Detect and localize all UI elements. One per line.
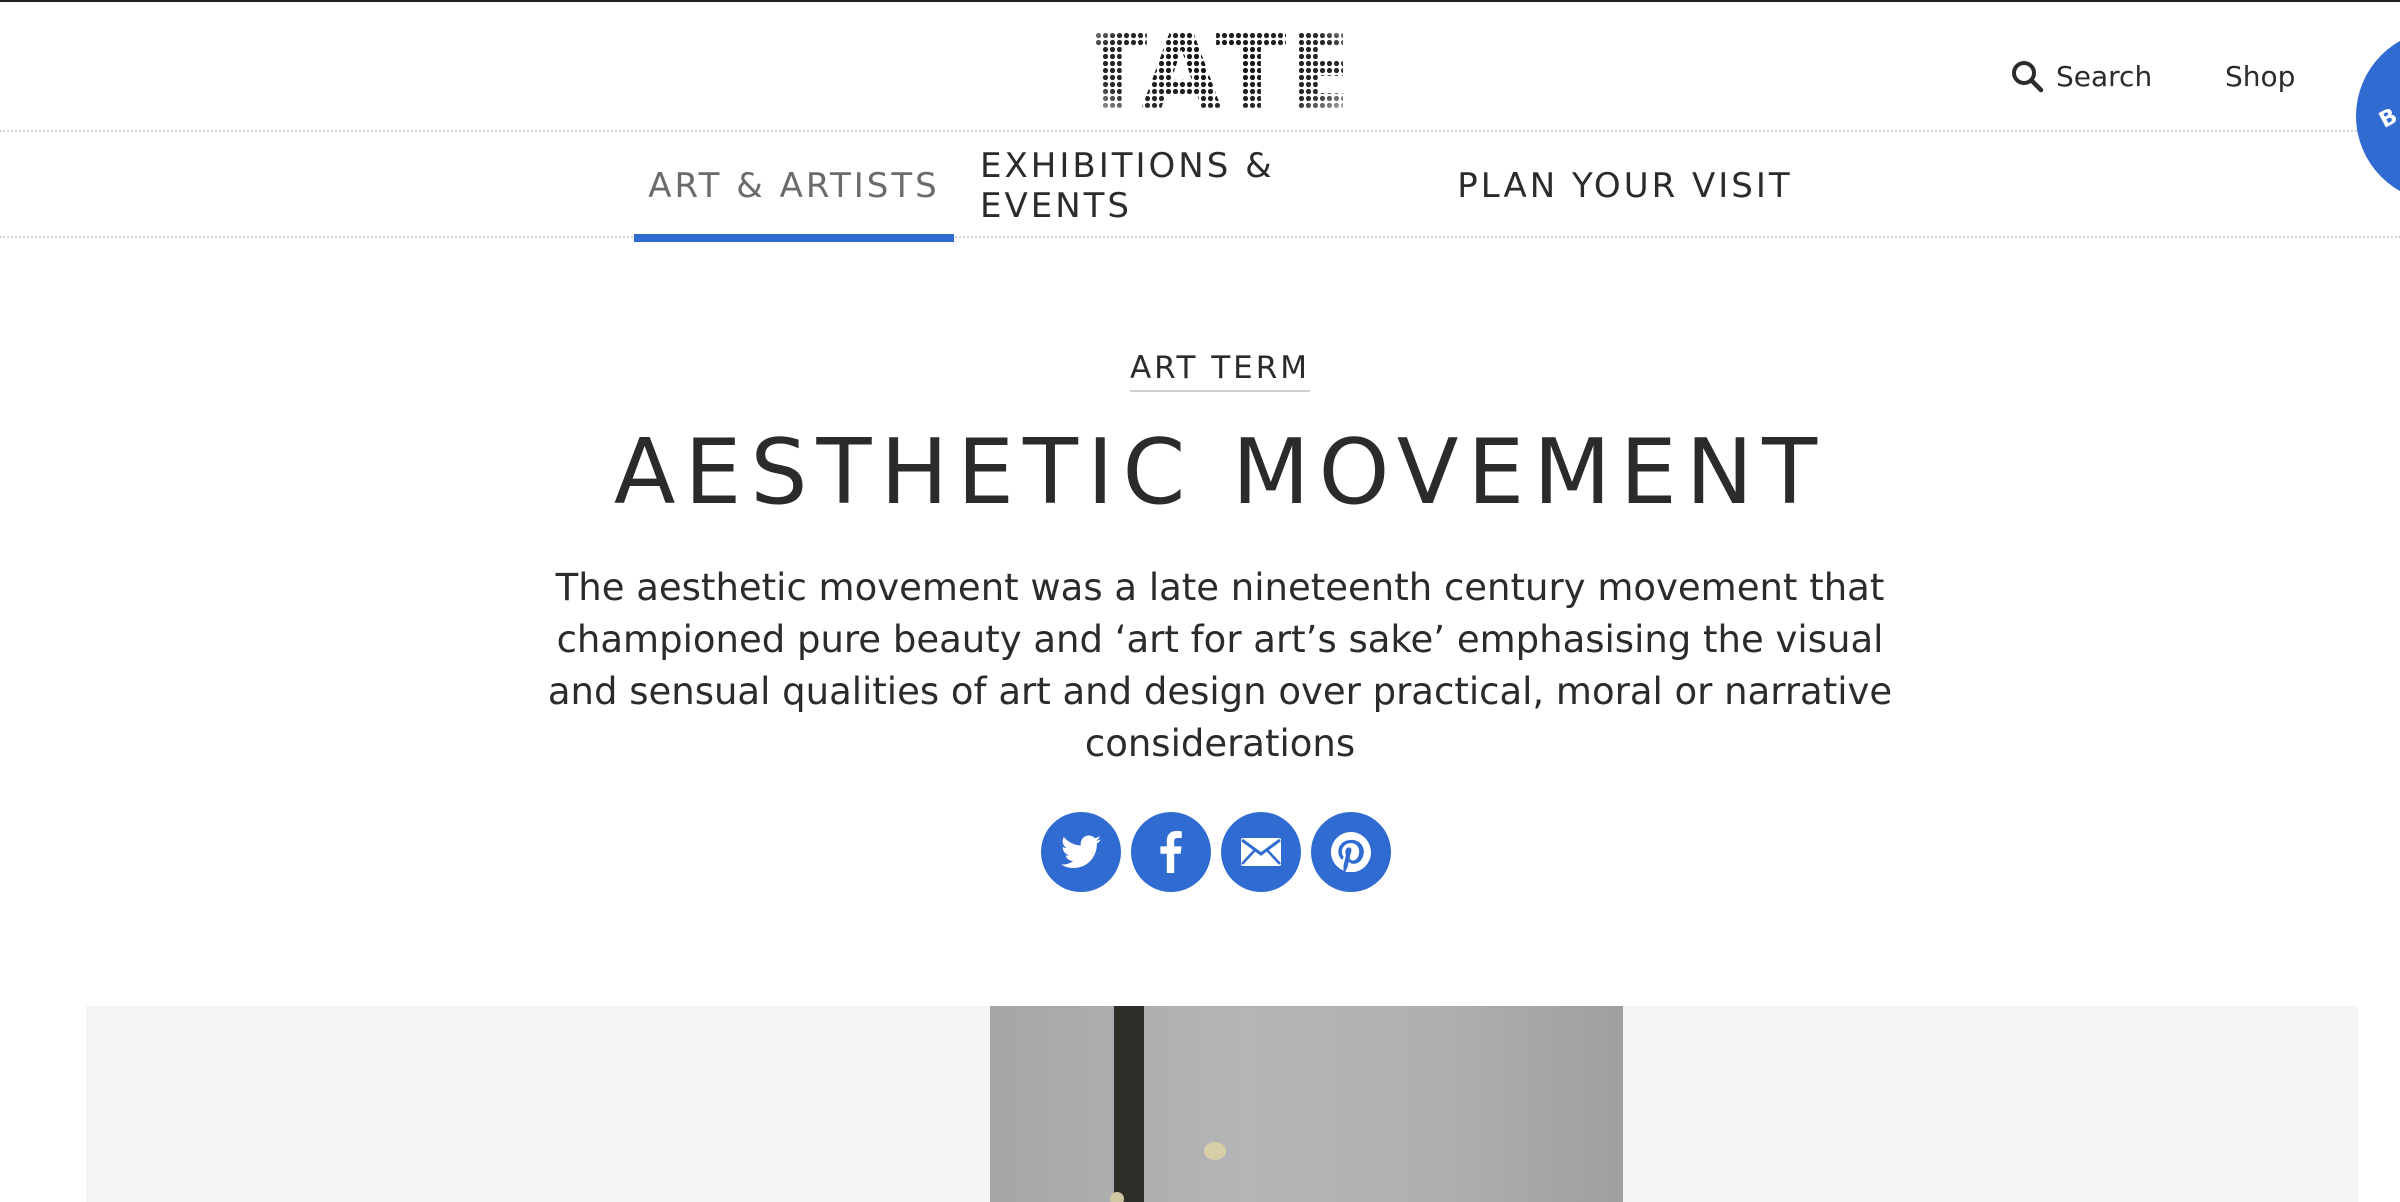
painting-blossom-small [1110,1192,1124,1202]
search-button[interactable]: Search [2010,56,2152,96]
art-term-kicker[interactable]: ART TERM [1100,350,1340,392]
painting-dark-post [1114,1006,1144,1202]
email-icon [1241,838,1281,866]
nav-plan-your-visit[interactable]: PLAN YOUR VISIT [1450,134,1800,238]
share-twitter-button[interactable] [1041,812,1121,892]
twitter-icon [1061,835,1101,868]
share-pinterest-button[interactable] [1311,812,1391,892]
intro-text: The aesthetic movement was a late ninete… [547,566,1893,765]
page-title: AESTHETIC MOVEMENT [613,420,1827,525]
share-buttons [1041,812,1391,892]
facebook-icon [1160,831,1182,873]
shop-link[interactable]: Shop [2225,56,2295,96]
share-facebook-button[interactable] [1131,812,1211,892]
search-icon [2012,61,2044,93]
artwork-image[interactable] [990,1006,1623,1202]
membership-badge-label: B [2375,103,2400,134]
painting-blossom [1204,1142,1226,1160]
nav-art-and-artists[interactable]: ART & ARTISTS [634,134,954,242]
search-label: Search [2056,59,2153,93]
site-header: TATE Search Shop B [0,2,2400,202]
artwork-image-area [86,1006,2358,1202]
pinterest-icon [1331,832,1371,872]
tate-logo[interactable]: TATE [1095,18,1343,122]
share-email-button[interactable] [1221,812,1301,892]
page: TATE Search Shop B ART & ARTISTS EXHIBIT… [0,0,2400,1202]
logo-wordmark: TATE [1095,18,1343,122]
nav-exhibitions-and-events[interactable]: EXHIBITIONS & EVENTS [980,134,1420,238]
main-nav: ART & ARTISTS EXHIBITIONS & EVENTS PLAN … [0,134,2400,242]
art-term-link[interactable]: ART TERM [1129,350,1311,392]
